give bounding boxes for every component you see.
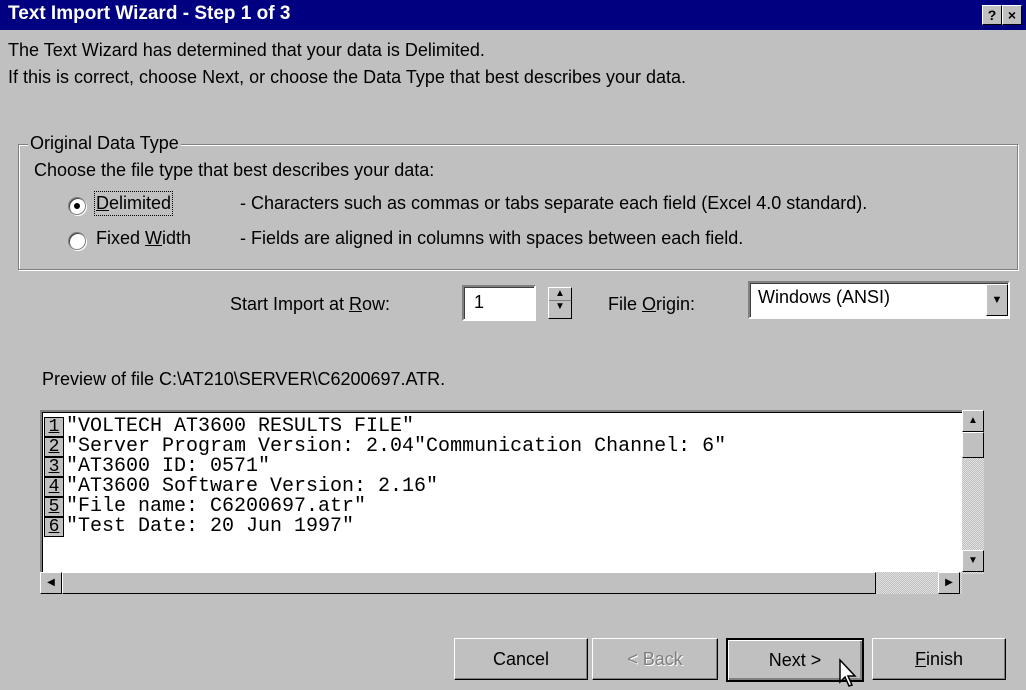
finish-button-rest: inish (925, 649, 964, 669)
preview-row: 1 "VOLTECH AT3600 RESULTS FILE" (44, 417, 414, 437)
vertical-scroll-thumb[interactable] (962, 432, 984, 458)
start-row-stepper[interactable]: ▲ ▼ (548, 287, 572, 319)
chevron-down-icon[interactable]: ▼ (986, 284, 1008, 316)
delimited-label-key: D (96, 193, 109, 213)
preview-box[interactable]: 1 "VOLTECH AT3600 RESULTS FILE" 2 "Server … (40, 410, 964, 574)
file-origin-label-post: rigin: (656, 294, 696, 314)
close-button[interactable]: × (1002, 5, 1022, 25)
spin-up-icon[interactable]: ▲ (549, 288, 571, 300)
start-row-label: Start Import at Row: (230, 294, 390, 315)
row-number: 2 (44, 437, 64, 457)
fixed-width-label-rest: idth (162, 228, 192, 248)
delimited-radio[interactable] (68, 197, 86, 215)
preview-row: 3 "AT3600 ID: 0571" (44, 457, 270, 477)
start-row-input[interactable]: 1 (462, 285, 536, 321)
fixed-width-label-pre: Fixed (96, 228, 146, 248)
file-origin-label-pre: File (608, 294, 643, 314)
fixed-width-description: - Fields are aligned in columns with spa… (240, 228, 744, 248)
cancel-button[interactable]: Cancel (454, 638, 588, 680)
file-origin-label-key: O (642, 294, 657, 314)
row-number: 5 (44, 497, 64, 517)
start-row-label-key: R (349, 294, 363, 314)
start-row-label-pre: Start Import at (230, 294, 350, 314)
preview-row: 2 "Server Program Version: 2.04"Communica… (44, 437, 726, 457)
finish-button[interactable]: Finish (872, 638, 1006, 680)
radio-selected-dot (74, 203, 80, 209)
preview-row: 4 "AT3600 Software Version: 2.16" (44, 477, 438, 497)
scroll-down-icon[interactable]: ▼ (962, 550, 984, 572)
delimited-label[interactable]: Delimited (93, 191, 174, 216)
file-type-prompt: Choose the file type that best describes… (34, 160, 435, 180)
row-number: 6 (44, 517, 64, 537)
file-origin-select[interactable]: Windows (ANSI) ▼ (748, 281, 1010, 319)
scroll-right-icon[interactable]: ▶ (938, 572, 960, 594)
row-number: 3 (44, 457, 64, 477)
file-origin-value: Windows (ANSI) (758, 287, 891, 307)
horizontal-scroll-thumb[interactable] (62, 572, 876, 594)
start-row-value: 1 (474, 292, 485, 312)
mouse-pointer-icon (839, 658, 857, 687)
intro-line-1: The Text Wizard has determined that your… (8, 40, 485, 60)
help-button[interactable]: ? (982, 5, 1002, 25)
fixed-width-radio[interactable] (68, 232, 86, 250)
data-type-legend: Original Data Type (28, 133, 181, 154)
fixed-width-label[interactable]: Fixed Width (96, 228, 191, 249)
scroll-up-icon[interactable]: ▲ (962, 410, 984, 432)
delimited-label-rest: elimited (109, 193, 172, 213)
intro-line-2: If this is correct, choose Next, or choo… (8, 67, 687, 87)
delimited-description: - Characters such as commas or tabs sepa… (240, 193, 868, 213)
scroll-left-icon[interactable]: ◀ (40, 572, 62, 594)
finish-button-key: F (914, 649, 926, 669)
window-title: Text Import Wizard - Step 1 of 3 (8, 3, 291, 24)
preview-row: 5 "File name: C6200697.atr" (44, 497, 366, 517)
file-origin-label: File Origin: (608, 294, 695, 315)
preview-row: 6 "Test Date: 20 Jun 1997" (44, 517, 354, 537)
row-number: 1 (44, 417, 64, 437)
preview-label: Preview of file C:\AT210\SERVER\C6200697… (42, 369, 446, 389)
fixed-width-label-key: W (145, 228, 163, 248)
start-row-label-post: ow: (362, 294, 391, 314)
row-number: 4 (44, 477, 64, 497)
back-button[interactable]: < Back (592, 638, 718, 680)
spin-down-icon[interactable]: ▼ (549, 300, 571, 313)
row-text: "Test Date: 20 Jun 1997" (66, 515, 355, 538)
